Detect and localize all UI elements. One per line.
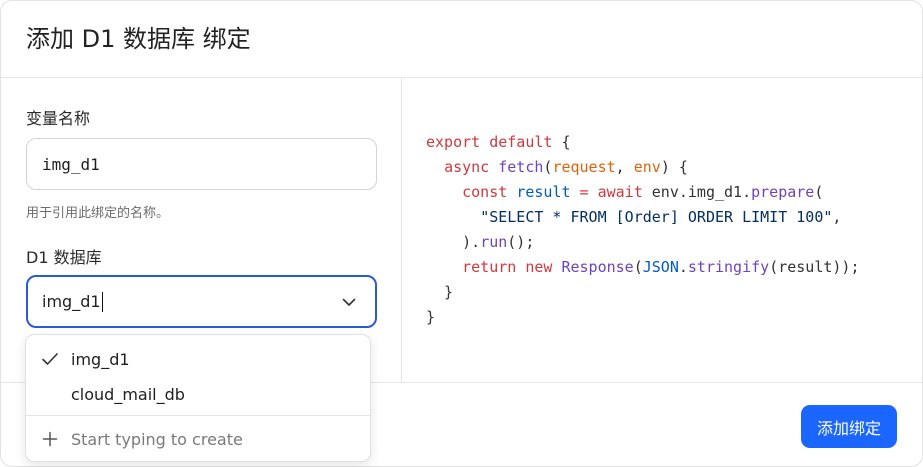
variable-name-input[interactable]: img_d1	[26, 138, 377, 190]
code-token: new	[525, 258, 553, 276]
plus-icon	[42, 431, 58, 447]
code-token: JSON	[642, 258, 679, 276]
variable-name-hint: 用于引用此绑定的名称。	[26, 206, 170, 221]
code-token: "SELECT * FROM [Order] ORDER LIMIT 100"	[480, 208, 833, 226]
dropdown-divider	[26, 415, 370, 416]
code-token: run	[480, 233, 508, 251]
database-label: D1 数据库	[26, 248, 102, 267]
code-token: const	[462, 183, 508, 201]
code-token: prepare	[751, 183, 815, 201]
database-select[interactable]: img_d1	[26, 275, 377, 328]
dropdown-option-cloud-mail-db[interactable]: cloud_mail_db	[26, 376, 370, 412]
code-token: result	[516, 183, 571, 201]
dialog-title: 添加 D1 数据库 绑定	[26, 25, 251, 53]
code-token: env.img_d1.	[642, 183, 752, 201]
code-token: return	[462, 258, 517, 276]
variable-name-value: img_d1	[42, 154, 100, 174]
dialog-header: 添加 D1 数据库 绑定	[1, 1, 922, 78]
code-token: stringify	[687, 258, 770, 276]
code-token: Response	[561, 258, 634, 276]
check-icon	[42, 353, 58, 365]
code-token: env	[633, 158, 661, 176]
dropdown-option-img-d1[interactable]: img_d1	[26, 341, 370, 377]
code-token: =	[570, 183, 598, 201]
variable-name-label: 变量名称	[26, 109, 91, 128]
database-dropdown-menu: img_d1 cloud_mail_db Start typing to cre…	[25, 334, 371, 462]
chevron-down-icon[interactable]	[341, 294, 357, 310]
create-new-option[interactable]: Start typing to create	[26, 421, 370, 457]
code-snippet: export default { async fetch(request, en…	[426, 133, 860, 326]
code-token: async	[444, 158, 490, 176]
text-caret	[101, 291, 103, 312]
code-preview-panel: export default { async fetch(request, en…	[402, 78, 922, 382]
code-token: {	[552, 133, 571, 151]
dropdown-option-label: img_d1	[71, 349, 130, 369]
code-token: request	[552, 158, 616, 176]
code-token: export default	[426, 133, 553, 151]
dropdown-option-label: cloud_mail_db	[71, 384, 185, 404]
database-select-value: img_d1	[42, 292, 101, 311]
add-binding-button[interactable]: 添加绑定	[801, 405, 897, 448]
code-token: fetch	[498, 158, 544, 176]
code-token: result	[778, 258, 833, 276]
code-token: await	[597, 183, 643, 201]
create-option-label: Start typing to create	[71, 429, 243, 449]
